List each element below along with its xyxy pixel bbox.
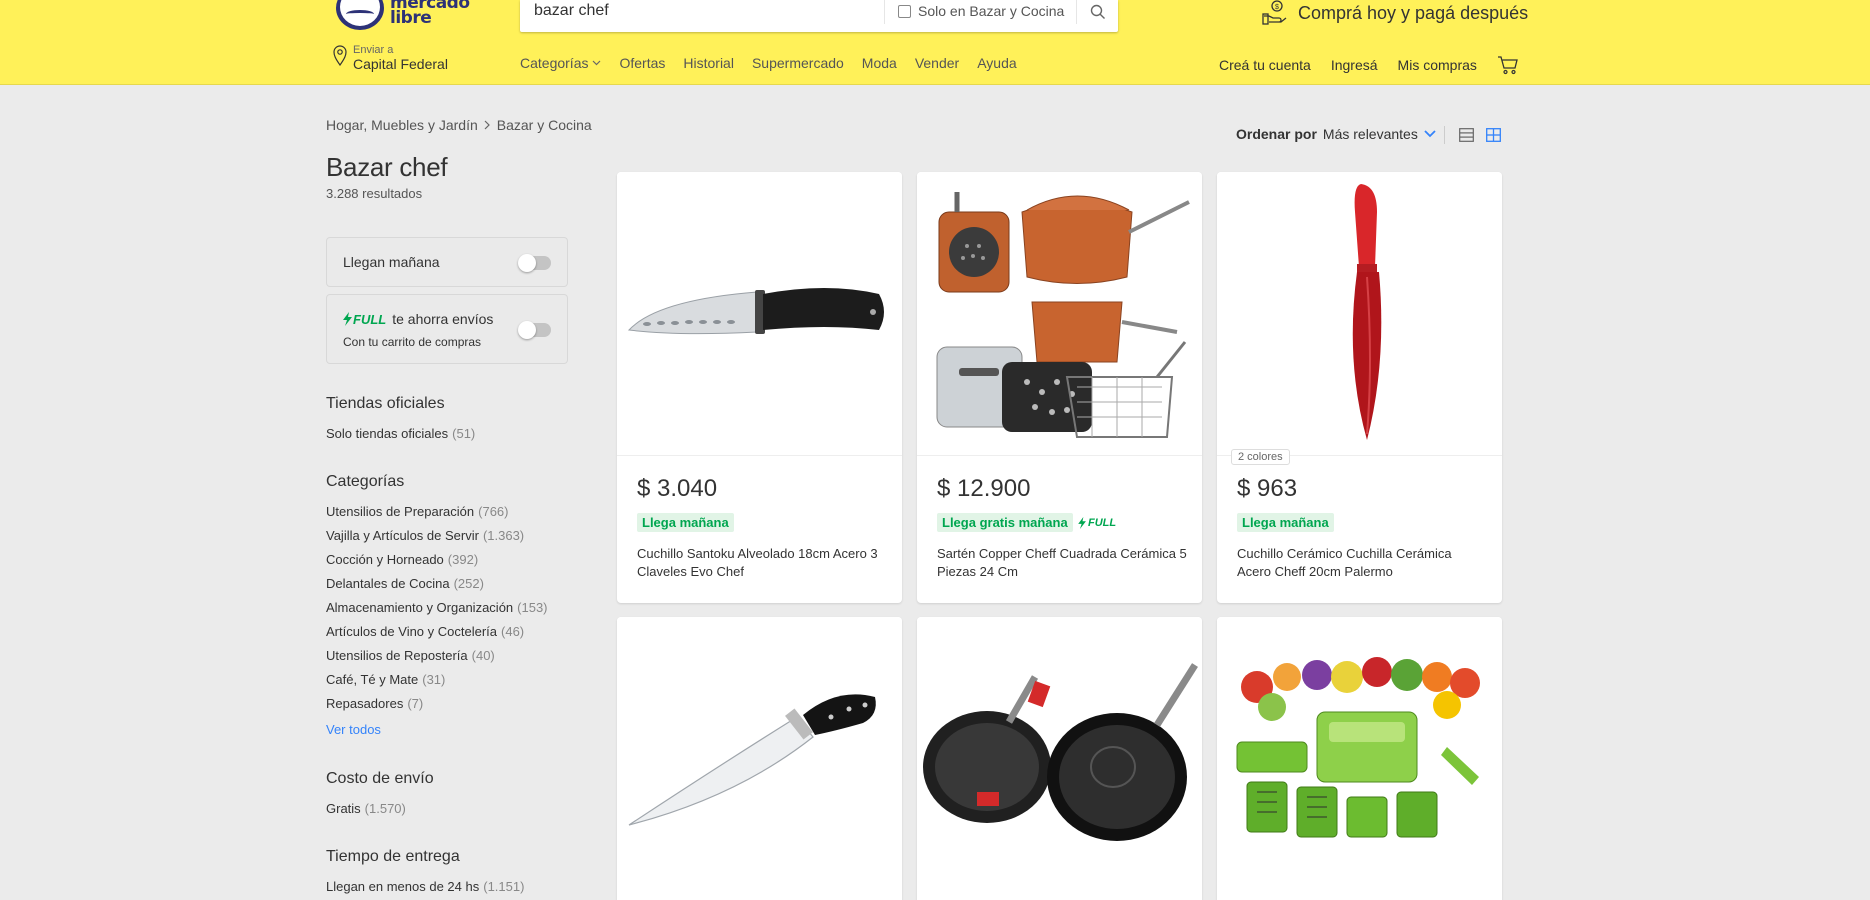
divider <box>884 0 885 24</box>
product-title[interactable]: Cuchillo Santoku Alveolado 18cm Acero 3 … <box>637 545 887 581</box>
lightning-icon <box>1078 517 1086 529</box>
shipping-cost-title: Costo de envío <box>326 770 434 787</box>
divider <box>1444 126 1445 144</box>
product-card[interactable]: $ 3.040 Llega mañana Cuchillo Santoku Al… <box>617 172 902 603</box>
filter-item[interactable]: Solo tiendas oficiales (51) <box>326 426 475 441</box>
shipping-tag: Llega gratis mañana <box>937 513 1073 532</box>
sort-label: Ordenar por <box>1236 126 1317 142</box>
full-subtext: Con tu carrito de compras <box>343 335 482 349</box>
colors-badge: 2 colores <box>1231 449 1290 465</box>
handshake-logo-icon <box>336 0 384 30</box>
search-scope-checkbox[interactable] <box>898 5 911 18</box>
header: mercado libre Solo en Bazar y Cocina $ C… <box>0 0 1870 85</box>
santoku-knife-image[interactable] <box>617 172 902 456</box>
product-price: $ 963 <box>1237 475 1298 502</box>
main-nav: Categorías Ofertas Historial Supermercad… <box>520 55 1017 71</box>
see-all-categories-link[interactable]: Ver todos <box>326 722 381 737</box>
vegetable-chopper-image[interactable] <box>1217 617 1502 900</box>
breadcrumb: Hogar, Muebles y Jardín Bazar y Cocina <box>326 117 592 133</box>
page-title: Bazar chef <box>326 152 448 182</box>
sort-dropdown[interactable]: Más relevantes <box>1323 126 1418 142</box>
red-ceramic-knife-image[interactable] <box>1217 172 1502 456</box>
search-button[interactable] <box>1077 0 1118 24</box>
ship-to-label: Enviar a <box>353 44 394 56</box>
mercadolibre-logo[interactable]: mercado libre <box>336 0 471 30</box>
login-link[interactable]: Ingresá <box>1331 57 1378 73</box>
svg-text:$: $ <box>1275 4 1279 11</box>
official-stores-title: Tiendas oficiales <box>326 395 445 412</box>
full-logo: FULL <box>343 312 386 327</box>
search-icon <box>1090 4 1105 19</box>
chevron-down-icon[interactable] <box>1424 130 1436 138</box>
chevron-down-icon <box>593 60 601 66</box>
product-title[interactable]: Cuchillo Cerámico Cuchilla Cerámica Acer… <box>1237 545 1487 581</box>
product-card[interactable] <box>917 617 1202 900</box>
results-count: 3.288 resultados <box>326 186 423 201</box>
product-title[interactable]: Sartén Copper Cheff Cuadrada Cerámica 5 … <box>937 545 1187 581</box>
delivery-time-title: Tiempo de entrega <box>326 848 460 865</box>
shipping-tag: Llega mañana <box>1237 513 1334 532</box>
search-bar: Solo en Bazar y Cocina <box>520 0 1118 32</box>
product-card[interactable] <box>617 617 902 900</box>
category-item[interactable]: Delantales de Cocina (252) <box>326 576 484 591</box>
category-item[interactable]: Vajilla y Artículos de Servir (1.363) <box>326 528 524 543</box>
category-item[interactable]: Utensilios de Preparación (766) <box>326 504 509 519</box>
category-item[interactable]: Café, Té y Mate (31) <box>326 672 445 687</box>
shipping-tag: Llega mañana <box>637 513 734 532</box>
sort-control: Ordenar por Más relevantes <box>1236 126 1436 142</box>
category-item[interactable]: Almacenamiento y Organización (153) <box>326 600 548 615</box>
frying-pans-image[interactable] <box>917 617 1202 900</box>
product-card[interactable]: 2 colores $ 963 Llega mañana Cuchillo Ce… <box>1217 172 1502 603</box>
ship-to-location: Capital Federal <box>353 56 448 72</box>
hand-coin-icon: $ <box>1262 0 1287 25</box>
copper-pan-set-image[interactable] <box>917 172 1202 456</box>
grid-view-icon[interactable] <box>1486 128 1501 142</box>
breadcrumb-item[interactable]: Bazar y Cocina <box>497 117 592 133</box>
location-pin-icon <box>333 45 347 66</box>
nav-ayuda[interactable]: Ayuda <box>977 55 1016 71</box>
arrives-tomorrow-label: Llegan mañana <box>343 254 440 270</box>
full-filter: FULL te ahorra envíos Con tu carrito de … <box>326 294 568 364</box>
arrives-tomorrow-filter: Llegan mañana <box>326 237 568 287</box>
nav-supermercado[interactable]: Supermercado <box>752 55 844 71</box>
full-toggle[interactable] <box>518 321 551 339</box>
arrives-tomorrow-toggle[interactable] <box>518 254 551 272</box>
breadcrumb-item[interactable]: Hogar, Muebles y Jardín <box>326 117 478 133</box>
view-toggles <box>1444 126 1501 144</box>
chevron-right-icon <box>484 120 490 130</box>
cart-icon[interactable] <box>1497 55 1519 75</box>
shipping-location[interactable]: Enviar a Capital Federal <box>332 44 448 73</box>
filter-item[interactable]: Gratis (1.570) <box>326 801 406 816</box>
nav-historial[interactable]: Historial <box>683 55 734 71</box>
categories-title: Categorías <box>326 473 405 490</box>
promo-text: Comprá hoy y pagá después <box>1298 2 1529 23</box>
category-item[interactable]: Repasadores (7) <box>326 696 423 711</box>
list-view-icon[interactable] <box>1459 128 1474 142</box>
product-price: $ 3.040 <box>637 475 718 502</box>
full-badge: FULL <box>1078 517 1116 529</box>
filter-item[interactable]: Llegan en menos de 24 hs (1.151) <box>326 879 524 894</box>
create-account-link[interactable]: Creá tu cuenta <box>1219 57 1311 73</box>
category-item[interactable]: Utensilios de Repostería (40) <box>326 648 495 663</box>
product-card[interactable]: $ 12.900 Llega gratis mañana FULL Sartén… <box>917 172 1202 603</box>
my-purchases-link[interactable]: Mis compras <box>1398 57 1477 73</box>
account-links: Creá tu cuenta Ingresá Mis compras <box>1219 55 1519 75</box>
product-price: $ 12.900 <box>937 475 1031 502</box>
nav-categorias[interactable]: Categorías <box>520 55 601 71</box>
logo-wordmark: mercado libre <box>390 0 470 28</box>
product-card[interactable] <box>1217 617 1502 900</box>
search-scope-label: Solo en Bazar y Cocina <box>918 3 1065 19</box>
chef-knife-image[interactable] <box>617 617 902 900</box>
category-item[interactable]: Cocción y Horneado (392) <box>326 552 478 567</box>
search-input[interactable] <box>534 0 894 22</box>
nav-ofertas[interactable]: Ofertas <box>619 55 665 71</box>
lightning-icon <box>343 312 352 326</box>
buy-now-pay-later-banner[interactable]: $ Comprá hoy y pagá después <box>1262 0 1528 26</box>
nav-vender[interactable]: Vender <box>915 55 959 71</box>
full-text: te ahorra envíos <box>392 311 494 327</box>
nav-moda[interactable]: Moda <box>862 55 897 71</box>
category-item[interactable]: Artículos de Vino y Coctelería (46) <box>326 624 524 639</box>
